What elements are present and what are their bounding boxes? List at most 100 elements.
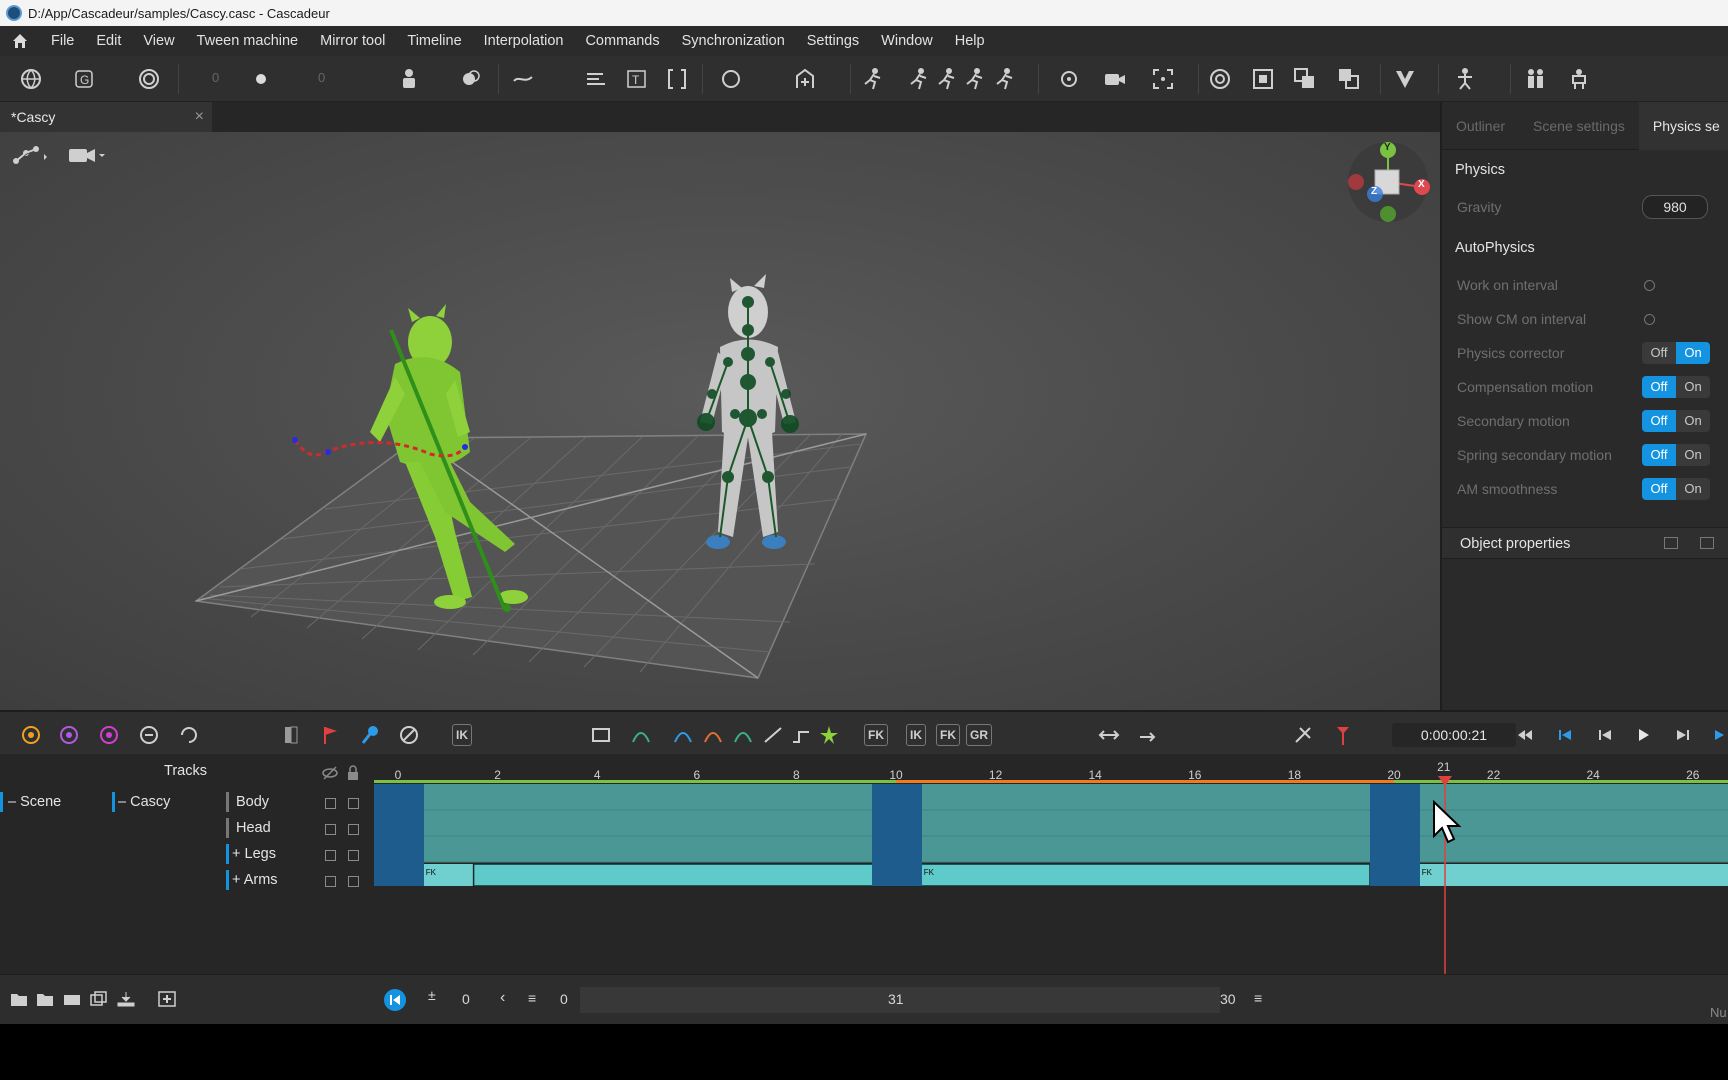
fk-button[interactable]: FK bbox=[864, 724, 888, 746]
toggle-off[interactable]: Off bbox=[1642, 376, 1676, 398]
duplicate-icon[interactable] bbox=[90, 991, 108, 1010]
menu-tween-machine[interactable]: Tween machine bbox=[186, 26, 310, 56]
list-icon[interactable]: ≡ bbox=[1254, 990, 1262, 1006]
menu-file[interactable]: File bbox=[40, 26, 85, 56]
add-pose-icon[interactable] bbox=[792, 66, 818, 92]
home-icon[interactable] bbox=[0, 32, 40, 50]
spiral-icon[interactable] bbox=[136, 66, 162, 92]
range-start-field[interactable]: 0 bbox=[560, 991, 568, 1007]
menu-settings[interactable]: Settings bbox=[796, 26, 870, 56]
tab-scene-settings[interactable]: Scene settings bbox=[1519, 102, 1639, 150]
ik-button[interactable]: IK bbox=[452, 724, 472, 746]
go-start-icon[interactable] bbox=[384, 989, 406, 1011]
toggle-on[interactable]: On bbox=[1676, 342, 1710, 364]
toggle-off[interactable]: Off bbox=[1642, 478, 1676, 500]
layers-icon[interactable] bbox=[1292, 66, 1318, 92]
gravity-field[interactable]: 980 bbox=[1642, 195, 1708, 219]
dot-icon[interactable] bbox=[250, 66, 276, 92]
track-lane-block[interactable] bbox=[374, 784, 1728, 862]
gr-button[interactable]: GR bbox=[966, 724, 992, 746]
track-cascy[interactable]: – Cascy bbox=[118, 794, 170, 810]
panel-float-icon[interactable] bbox=[1700, 537, 1714, 549]
mirror-icon[interactable] bbox=[280, 724, 302, 746]
gizmo-z-label[interactable]: Z bbox=[1371, 186, 1377, 197]
run-pose-icon[interactable] bbox=[860, 66, 886, 92]
person-icon[interactable] bbox=[396, 66, 422, 92]
tab-outliner[interactable]: Outliner bbox=[1442, 102, 1519, 150]
lock-icon[interactable] bbox=[346, 765, 360, 784]
shift-icon[interactable] bbox=[1138, 724, 1160, 746]
key-point-icon[interactable] bbox=[20, 724, 42, 746]
add-folder-icon[interactable] bbox=[10, 991, 28, 1010]
toolbar-field-a[interactable]: 0 bbox=[212, 70, 219, 85]
track-arms[interactable]: + Arms bbox=[232, 872, 278, 888]
list-icon[interactable]: ≡ bbox=[528, 990, 536, 1006]
off-on-toggle[interactable]: Off On bbox=[1642, 444, 1710, 466]
track-scene[interactable]: – Scene bbox=[8, 794, 61, 810]
panel-minimize-icon[interactable] bbox=[1664, 537, 1678, 549]
track-legs[interactable]: + Legs bbox=[232, 846, 276, 862]
track-body[interactable]: Body bbox=[236, 794, 269, 810]
group-g-icon[interactable]: G bbox=[72, 66, 98, 92]
toggle-on[interactable]: On bbox=[1676, 444, 1710, 466]
frame-select-icon[interactable] bbox=[590, 724, 612, 746]
track-lanes[interactable]: FK FK FK bbox=[374, 784, 1728, 900]
run-pose-icon[interactable] bbox=[934, 66, 960, 92]
menu-help[interactable]: Help bbox=[944, 26, 996, 56]
toggle-on[interactable]: On bbox=[1676, 376, 1710, 398]
camera-icon[interactable] bbox=[1102, 66, 1128, 92]
play-icon[interactable] bbox=[1632, 724, 1654, 746]
off-on-toggle[interactable]: Off On bbox=[1642, 376, 1710, 398]
stretch-icon[interactable] bbox=[1098, 724, 1120, 746]
menu-view[interactable]: View bbox=[132, 26, 185, 56]
next-key-icon[interactable] bbox=[1672, 724, 1694, 746]
curve-icon[interactable] bbox=[512, 66, 538, 92]
disable-icon[interactable] bbox=[398, 724, 420, 746]
text-t-icon[interactable]: T bbox=[624, 66, 650, 92]
menu-interpolation[interactable]: Interpolation bbox=[473, 26, 575, 56]
globe-icon[interactable] bbox=[18, 66, 44, 92]
target-icon[interactable] bbox=[1056, 66, 1082, 92]
lock-checkbox[interactable] bbox=[348, 876, 359, 887]
toggle-on[interactable]: On bbox=[1676, 478, 1710, 500]
gizmo-x-label[interactable]: X bbox=[1418, 179, 1425, 190]
radio-button[interactable] bbox=[1644, 280, 1655, 291]
rotate-icon[interactable] bbox=[718, 66, 744, 92]
playhead[interactable] bbox=[1437, 754, 1452, 974]
import-icon[interactable] bbox=[117, 991, 135, 1010]
menu-edit[interactable]: Edit bbox=[85, 26, 132, 56]
start-frame-field[interactable]: 0 bbox=[462, 991, 470, 1007]
fk-button[interactable]: FK bbox=[936, 724, 960, 746]
physics-header[interactable]: Physics bbox=[1442, 150, 1728, 190]
3d-viewport[interactable]: Y X Z bbox=[0, 132, 1440, 710]
off-on-toggle[interactable]: Off On bbox=[1642, 342, 1710, 364]
plus-minus-icon[interactable]: ± bbox=[428, 987, 436, 1003]
curve-interp-icon[interactable] bbox=[672, 724, 694, 746]
menu-commands[interactable]: Commands bbox=[574, 26, 670, 56]
loop-icon[interactable] bbox=[138, 724, 160, 746]
object-properties-header[interactable]: Object properties bbox=[1442, 527, 1728, 559]
toolbar-field-b[interactable]: 0 bbox=[318, 70, 325, 85]
shield-v-icon[interactable] bbox=[1392, 66, 1418, 92]
layers-icon[interactable] bbox=[1336, 66, 1362, 92]
toggle-off[interactable]: Off bbox=[1642, 444, 1676, 466]
key-point-icon[interactable] bbox=[98, 724, 120, 746]
rewind-icon[interactable] bbox=[1514, 724, 1536, 746]
pose-tool-icon[interactable] bbox=[1522, 66, 1548, 92]
character-icon[interactable] bbox=[1566, 66, 1592, 92]
pin-icon[interactable] bbox=[360, 724, 382, 746]
star-icon[interactable] bbox=[818, 724, 840, 746]
eye-hidden-icon[interactable] bbox=[322, 766, 338, 783]
skeleton-icon[interactable] bbox=[1452, 66, 1478, 92]
off-on-toggle[interactable]: Off On bbox=[1642, 478, 1710, 500]
menu-synchronization[interactable]: Synchronization bbox=[671, 26, 796, 56]
run-pose-icon[interactable] bbox=[962, 66, 988, 92]
frame-icon[interactable] bbox=[1150, 66, 1176, 92]
off-on-toggle[interactable]: Off On bbox=[1642, 410, 1710, 432]
go-end-icon[interactable] bbox=[1710, 724, 1728, 746]
keyframe-block[interactable] bbox=[1370, 784, 1420, 886]
range-end-field[interactable]: 30 bbox=[1220, 991, 1236, 1007]
ik-button[interactable]: IK bbox=[906, 724, 926, 746]
menu-mirror-tool[interactable]: Mirror tool bbox=[309, 26, 396, 56]
visibility-checkbox[interactable] bbox=[325, 824, 336, 835]
